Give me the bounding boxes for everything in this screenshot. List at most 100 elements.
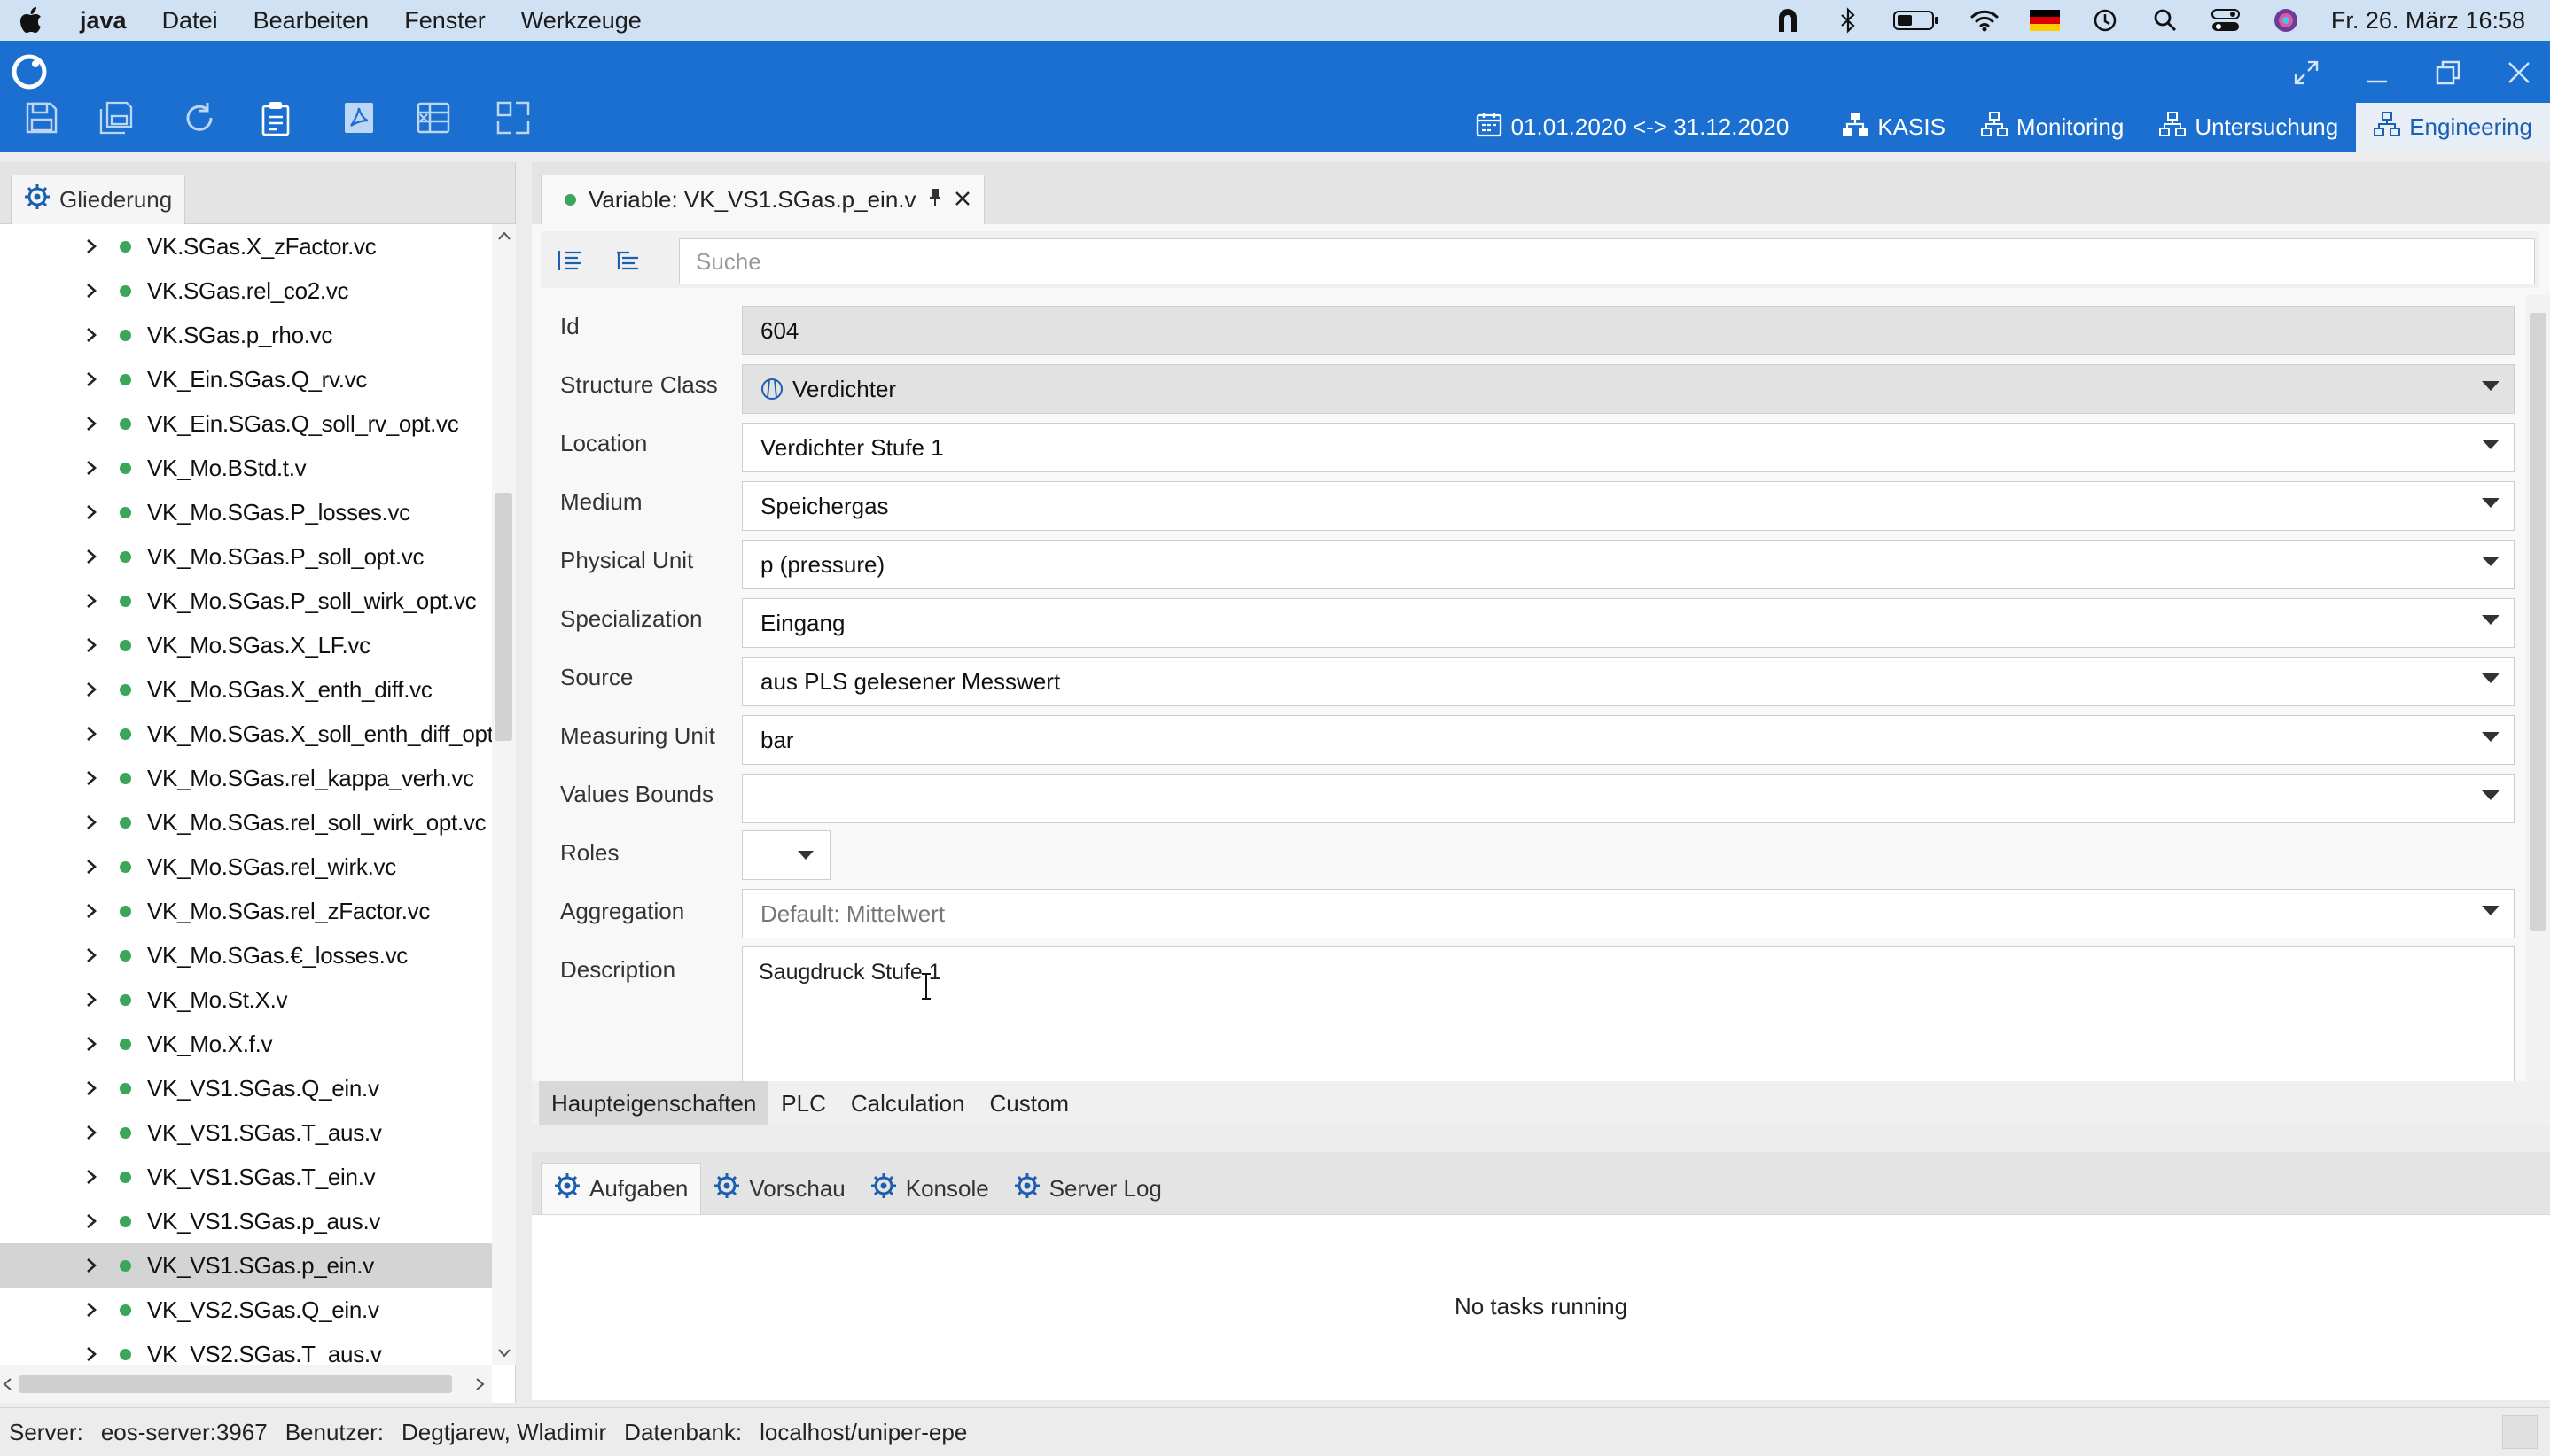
german-flag-icon[interactable] (2029, 10, 2060, 31)
chevron-right-icon[interactable] (85, 1031, 97, 1058)
description-textarea[interactable]: Saugdruck Stufe 1 (742, 946, 2515, 1081)
chevron-right-icon[interactable] (85, 853, 97, 881)
chevron-right-icon[interactable] (85, 765, 97, 792)
chevron-right-icon[interactable] (85, 720, 97, 748)
tree-item[interactable]: VK_VS1.SGas.T_ein.v (0, 1155, 492, 1199)
resize-grip[interactable] (2502, 1415, 2538, 1449)
tree-view-icon[interactable] (610, 242, 647, 279)
tree-item[interactable]: VK.SGas.X_zFactor.vc (0, 224, 492, 269)
tab-haupteigenschaften[interactable]: Haupteigenschaften (539, 1081, 769, 1125)
tree-item[interactable]: VK_VS2.SGas.T_aus.v (0, 1332, 492, 1365)
chevron-right-icon[interactable] (85, 366, 97, 393)
close-window-icon[interactable] (2501, 55, 2537, 90)
minimize-icon[interactable] (2359, 55, 2395, 90)
editor-vertical-scrollbar[interactable] (2526, 295, 2550, 1081)
tree-item[interactable]: VK_Mo.SGas.X_soll_enth_diff_opt. (0, 712, 492, 756)
chevron-right-icon[interactable] (85, 322, 97, 349)
menu-werkzeuge[interactable]: Werkzeuge (503, 7, 659, 35)
menubar-clock[interactable]: Fr. 26. März 16:58 (2331, 7, 2525, 35)
spotlight-search-icon[interactable] (2150, 7, 2180, 34)
chevron-right-icon[interactable] (85, 588, 97, 615)
tab-gliederung[interactable]: Gliederung (11, 175, 186, 224)
wifi-icon[interactable] (1969, 7, 2000, 34)
search-input[interactable] (679, 238, 2535, 284)
bluetooth-icon[interactable] (1833, 7, 1863, 34)
tree-item[interactable]: VK_Mo.SGas.X_LF.vc (0, 623, 492, 667)
tree-item[interactable]: VK_Ein.SGas.Q_rv.vc (0, 357, 492, 401)
scroll-thumb[interactable] (495, 493, 512, 741)
chevron-right-icon[interactable] (85, 543, 97, 571)
date-range-button[interactable]: 01.01.2020 <-> 31.12.2020 (1458, 103, 1807, 152)
perspective-monitoring[interactable]: Monitoring (1963, 103, 2141, 152)
scroll-left-icon[interactable] (2, 1377, 12, 1396)
chevron-right-icon[interactable] (85, 942, 97, 969)
tree-item[interactable]: VK.SGas.p_rho.vc (0, 313, 492, 357)
chevron-right-icon[interactable] (85, 1075, 97, 1102)
perspective-kasis[interactable]: KASIS (1824, 103, 1963, 152)
tree-item[interactable]: VK.SGas.rel_co2.vc (0, 269, 492, 313)
time-machine-icon[interactable] (2090, 7, 2120, 34)
measuring-unit-select[interactable]: bar (742, 715, 2515, 765)
pdf-export-icon[interactable] (339, 97, 379, 138)
fullscreen-icon[interactable] (2289, 55, 2324, 90)
tree-item[interactable]: VK_Mo.X.f.v (0, 1022, 492, 1066)
tab-konsole[interactable]: Konsole (858, 1163, 1002, 1214)
tab-vorschau[interactable]: Vorschau (701, 1163, 857, 1214)
scroll-up-icon[interactable] (497, 230, 511, 245)
tree-item[interactable]: VK_VS1.SGas.Q_ein.v (0, 1066, 492, 1110)
tab-variable-editor[interactable]: Variable: VK_VS1.SGas.p_ein.v (541, 175, 985, 224)
scroll-right-icon[interactable] (475, 1377, 486, 1396)
clipboard-icon[interactable] (255, 97, 296, 138)
location-select[interactable]: Verdichter Stufe 1 (742, 423, 2515, 472)
control-center-icon[interactable] (2211, 7, 2241, 34)
chevron-right-icon[interactable] (85, 1341, 97, 1366)
refresh-icon[interactable] (179, 97, 220, 138)
tab-plc[interactable]: PLC (768, 1081, 838, 1125)
outline-horizontal-scrollbar[interactable] (0, 1365, 492, 1403)
tree-item[interactable]: VK_Mo.SGas.X_enth_diff.vc (0, 667, 492, 712)
scroll-thumb[interactable] (2530, 313, 2546, 931)
chevron-right-icon[interactable] (85, 1119, 97, 1147)
save-all-icon[interactable] (96, 97, 136, 138)
chevron-right-icon[interactable] (85, 1164, 97, 1191)
tab-aufgaben[interactable]: Aufgaben (541, 1163, 702, 1214)
chevron-right-icon[interactable] (85, 455, 97, 482)
physical-unit-select[interactable]: p (pressure) (742, 540, 2515, 589)
structure-class-select[interactable]: Verdichter (742, 364, 2515, 414)
chevron-right-icon[interactable] (85, 277, 97, 305)
list-view-icon[interactable] (551, 242, 589, 279)
tree-item[interactable]: VK_Mo.BStd.t.v (0, 446, 492, 490)
tree-item[interactable]: VK_Mo.SGas.P_losses.vc (0, 490, 492, 534)
chevron-right-icon[interactable] (85, 809, 97, 837)
chevron-right-icon[interactable] (85, 632, 97, 659)
tree-item[interactable]: VK_VS1.SGas.T_aus.v (0, 1110, 492, 1155)
tree-item[interactable]: VK_Mo.SGas.P_soll_wirk_opt.vc (0, 579, 492, 623)
chevron-right-icon[interactable] (85, 1296, 97, 1324)
source-select[interactable]: aus PLS gelesener Messwert (742, 657, 2515, 706)
tree-item[interactable]: VK_Mo.SGas.rel_kappa_verh.vc (0, 756, 492, 800)
perspective-engineering[interactable]: Engineering (2356, 103, 2550, 152)
values-bounds-select[interactable] (742, 774, 2515, 823)
tree-item[interactable]: VK_Mo.SGas.rel_wirk.vc (0, 845, 492, 889)
tree-item[interactable]: VK_VS1.SGas.p_aus.v (0, 1199, 492, 1243)
tree-item[interactable]: VK_Mo.SGas.rel_zFactor.vc (0, 889, 492, 933)
chevron-right-icon[interactable] (85, 986, 97, 1014)
scroll-thumb[interactable] (19, 1375, 452, 1393)
specialization-select[interactable]: Eingang (742, 598, 2515, 648)
chevron-right-icon[interactable] (85, 233, 97, 261)
menu-datei[interactable]: Datei (144, 7, 236, 35)
pin-icon[interactable] (929, 186, 941, 214)
save-icon[interactable] (21, 97, 62, 138)
tab-custom[interactable]: Custom (978, 1081, 1082, 1125)
siri-icon[interactable] (2271, 7, 2301, 34)
chevron-right-icon[interactable] (85, 1208, 97, 1235)
tree-item[interactable]: VK_Mo.SGas.€_losses.vc (0, 933, 492, 977)
app-name-menu[interactable]: java (62, 7, 144, 35)
chevron-right-icon[interactable] (85, 898, 97, 925)
battery-icon[interactable] (1892, 7, 1939, 34)
medium-select[interactable]: Speichergas (742, 481, 2515, 531)
vpn-icon[interactable] (1773, 7, 1803, 34)
tree-item[interactable]: VK_Mo.St.X.v (0, 977, 492, 1022)
excel-export-icon[interactable] (413, 97, 454, 138)
restore-icon[interactable] (2430, 55, 2466, 90)
